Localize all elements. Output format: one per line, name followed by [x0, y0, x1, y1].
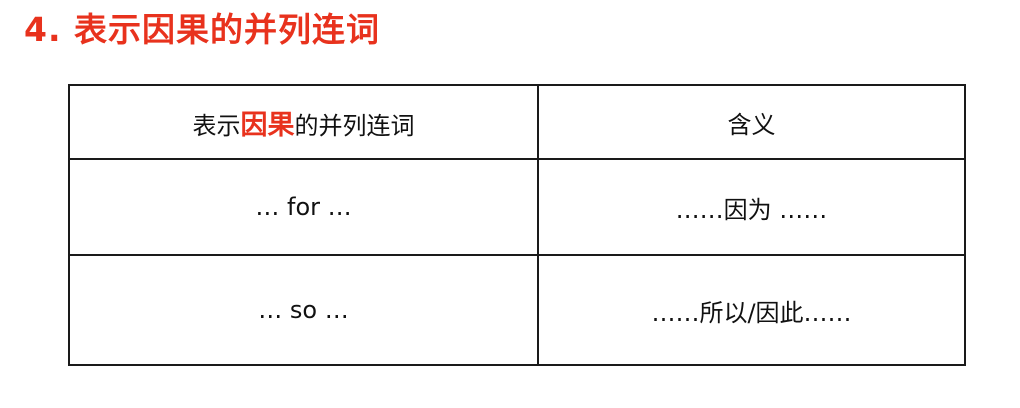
header-highlight: 因果 [240, 109, 295, 141]
header-cell-conjunction: 表示因果的并列连词 [68, 84, 539, 160]
conjunction-cell: … so … [68, 254, 539, 366]
meaning-cell: ……因为 …… [537, 158, 966, 256]
slide-heading: 4. 表示因果的并列连词 [24, 8, 380, 52]
table-header-row: 表示因果的并列连词 含义 [68, 84, 966, 160]
table-row: … so … ……所以/因此…… [68, 254, 966, 366]
conjunction-table: 表示因果的并列连词 含义 … for … ……因为 …… … so … ……所以… [68, 84, 966, 366]
header-cell-meaning: 含义 [537, 84, 966, 160]
heading-title: 表示因果的并列连词 [74, 10, 380, 49]
conjunction-cell: … for … [68, 158, 539, 256]
heading-number: 4. [24, 10, 62, 49]
meaning-cell: ……所以/因此…… [537, 254, 966, 366]
header-prefix: 表示 [192, 111, 241, 140]
table-row: … for … ……因为 …… [68, 158, 966, 256]
header-suffix: 的并列连词 [294, 111, 415, 140]
